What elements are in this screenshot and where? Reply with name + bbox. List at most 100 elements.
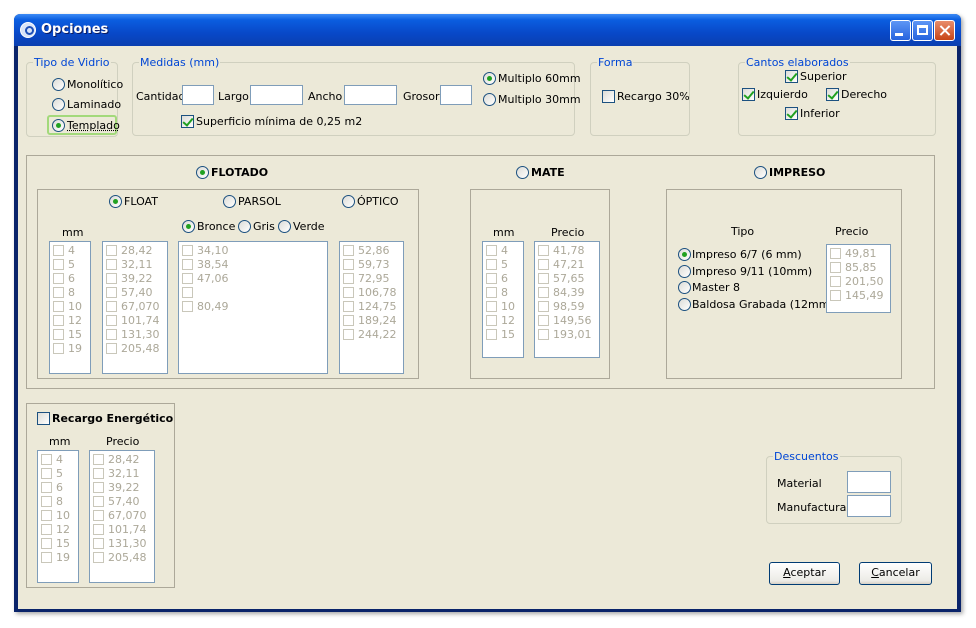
superficie-checkbox[interactable]	[181, 115, 194, 128]
mm-checkbox[interactable]	[486, 273, 497, 284]
baldosa-radio[interactable]	[678, 298, 691, 311]
price-checkbox[interactable]	[538, 273, 549, 284]
mm-checkbox[interactable]	[486, 245, 497, 256]
flotado-radio[interactable]	[196, 166, 209, 179]
material-input[interactable]	[847, 471, 891, 493]
price-checkbox[interactable]	[182, 273, 193, 284]
price-checkbox[interactable]	[538, 315, 549, 326]
recargo-energetico-checkbox[interactable]	[37, 412, 50, 425]
price-checkbox[interactable]	[830, 290, 841, 301]
mm-checkbox[interactable]	[41, 510, 52, 521]
price-checkbox[interactable]	[93, 510, 104, 521]
price-checkbox[interactable]	[830, 262, 841, 273]
mm-checkbox[interactable]	[41, 496, 52, 507]
optico-radio[interactable]	[342, 195, 355, 208]
mm-checkbox[interactable]	[486, 329, 497, 340]
price-checkbox[interactable]	[182, 259, 193, 270]
price-checkbox[interactable]	[93, 496, 104, 507]
price-checkbox[interactable]	[538, 245, 549, 256]
mm-checkbox[interactable]	[41, 454, 52, 465]
cancelar-button[interactable]: Cancelar	[859, 562, 932, 585]
price-checkbox[interactable]	[93, 454, 104, 465]
recargo-30-checkbox[interactable]	[602, 90, 615, 103]
inferior-checkbox[interactable]	[785, 107, 798, 120]
price-checkbox[interactable]	[93, 482, 104, 493]
minimize-button[interactable]	[890, 20, 911, 41]
mm-checkbox[interactable]	[53, 343, 64, 354]
mm-checkbox[interactable]	[53, 301, 64, 312]
ancho-input[interactable]	[344, 85, 397, 105]
price-checkbox[interactable]	[343, 329, 354, 340]
bronce-radio[interactable]	[182, 220, 195, 233]
mm-checkbox[interactable]	[53, 259, 64, 270]
price-checkbox[interactable]	[343, 301, 354, 312]
impreso-6-7-radio[interactable]	[678, 248, 691, 261]
master-8-radio[interactable]	[678, 281, 691, 294]
parsol-radio[interactable]	[223, 195, 236, 208]
price-checkbox[interactable]	[343, 245, 354, 256]
mate-radio[interactable]	[516, 166, 529, 179]
mm-checkbox[interactable]	[41, 552, 52, 563]
price-checkbox[interactable]	[538, 287, 549, 298]
close-button[interactable]	[934, 20, 955, 41]
price-checkbox[interactable]	[343, 287, 354, 298]
price-checkbox[interactable]	[830, 248, 841, 259]
mm-checkbox[interactable]	[486, 301, 497, 312]
price-checkbox[interactable]	[343, 259, 354, 270]
maximize-button[interactable]	[912, 20, 933, 41]
monolitico-radio[interactable]	[52, 78, 65, 91]
multiplo-30-radio[interactable]	[483, 93, 496, 106]
float-radio[interactable]	[109, 195, 122, 208]
price-checkbox[interactable]	[106, 287, 117, 298]
price-checkbox[interactable]	[182, 287, 193, 298]
izquierdo-checkbox[interactable]	[742, 88, 755, 101]
price-checkbox[interactable]	[182, 245, 193, 256]
price-checkbox[interactable]	[538, 329, 549, 340]
title-bar[interactable]: Opciones	[14, 14, 961, 46]
mm-checkbox[interactable]	[53, 245, 64, 256]
impreso-9-11-radio[interactable]	[678, 265, 691, 278]
price-checkbox[interactable]	[93, 524, 104, 535]
multiplo-60-radio[interactable]	[483, 72, 496, 85]
mm-checkbox[interactable]	[53, 329, 64, 340]
price-checkbox[interactable]	[106, 329, 117, 340]
mm-checkbox[interactable]	[41, 538, 52, 549]
templado-radio[interactable]	[52, 119, 65, 132]
price-checkbox[interactable]	[106, 343, 117, 354]
grosor-input[interactable]	[440, 85, 472, 105]
tipo-vidrio-legend: Tipo de Vidrio	[33, 56, 111, 69]
price-checkbox[interactable]	[830, 276, 841, 287]
mm-checkbox[interactable]	[486, 259, 497, 270]
superior-checkbox[interactable]	[785, 70, 798, 83]
verde-radio[interactable]	[278, 220, 291, 233]
price-checkbox[interactable]	[93, 538, 104, 549]
aceptar-button[interactable]: Aceptar	[769, 562, 840, 585]
price-checkbox[interactable]	[93, 468, 104, 479]
mm-checkbox[interactable]	[53, 273, 64, 284]
mm-checkbox[interactable]	[53, 315, 64, 326]
derecho-checkbox[interactable]	[826, 88, 839, 101]
impreso-radio[interactable]	[754, 166, 767, 179]
price-checkbox[interactable]	[538, 301, 549, 312]
price-checkbox[interactable]	[93, 552, 104, 563]
gris-radio[interactable]	[238, 220, 251, 233]
mm-checkbox[interactable]	[41, 482, 52, 493]
price-checkbox[interactable]	[106, 301, 117, 312]
price-checkbox[interactable]	[106, 315, 117, 326]
price-checkbox[interactable]	[106, 273, 117, 284]
price-checkbox[interactable]	[343, 273, 354, 284]
cantidad-input[interactable]	[182, 85, 214, 105]
price-checkbox[interactable]	[106, 259, 117, 270]
mm-checkbox[interactable]	[53, 287, 64, 298]
laminado-radio[interactable]	[52, 98, 65, 111]
price-checkbox[interactable]	[343, 315, 354, 326]
mm-checkbox[interactable]	[41, 524, 52, 535]
mm-checkbox[interactable]	[486, 287, 497, 298]
largo-input[interactable]	[250, 85, 303, 105]
price-checkbox[interactable]	[538, 259, 549, 270]
mm-checkbox[interactable]	[41, 468, 52, 479]
price-checkbox[interactable]	[182, 301, 193, 312]
mm-checkbox[interactable]	[486, 315, 497, 326]
manufactura-input[interactable]	[847, 495, 891, 517]
price-checkbox[interactable]	[106, 245, 117, 256]
